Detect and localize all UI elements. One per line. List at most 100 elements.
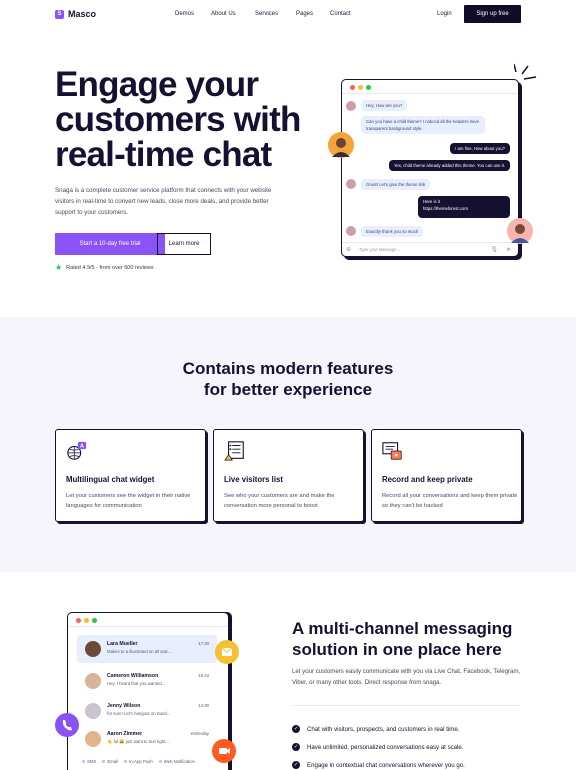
maximize-dot-icon (366, 85, 371, 90)
message-preview: 👋 fal 😀 just want to text right... (107, 739, 169, 744)
feature-card-title: Record and keep private (382, 475, 473, 484)
contact-name: Jenny Wilson (107, 703, 141, 709)
features-title-line: for better experience (203, 380, 373, 399)
maximize-dot-icon (92, 618, 97, 623)
visitors-list-icon (224, 441, 244, 461)
avatar (346, 226, 356, 236)
contact-name: Cameron Williamson (107, 673, 159, 679)
feature-check-item: ✓ Have unlimited, personalized conversat… (292, 743, 464, 751)
minimize-dot-icon (84, 618, 89, 623)
message-time: 14:30 (198, 703, 209, 708)
channel-list: SMS Email In-App Push Web Notification (82, 759, 195, 764)
globe-language-icon: A (67, 441, 87, 460)
message-preview: for sure! Let's hangout on Sund... (107, 711, 171, 716)
close-dot-icon (350, 85, 355, 90)
multichannel-title: A multi-channel messaging solution in on… (292, 619, 513, 659)
attach-icon[interactable]: ⊕ (346, 243, 351, 256)
message-time: Yesterday (190, 731, 209, 736)
contact-name: Aaron Zimmer (107, 731, 143, 737)
avatar (85, 673, 101, 689)
chat-input[interactable]: ⊕ Type your Message... 🎙 ➤ (342, 242, 518, 256)
feature-card-multilingual[interactable]: A Multilingual chat widget Let your cust… (55, 429, 206, 522)
minimize-dot-icon (358, 85, 363, 90)
hero-description: Snaga is a complete customer service pla… (55, 187, 272, 216)
rating-text: Rated 4.9/5 - from over 600 reviews (66, 265, 154, 271)
avatar (346, 179, 356, 189)
login-link[interactable]: Login (437, 11, 452, 17)
chat-message: Great! Let's give the theme link (361, 179, 431, 190)
close-dot-icon (76, 618, 81, 623)
avatar (85, 703, 101, 719)
svg-text:A: A (80, 444, 84, 450)
chat-link[interactable]: https://themeforest.com (423, 205, 505, 212)
conversation-row[interactable]: Lara Mueller Makes to a illustrated on a… (77, 635, 217, 663)
nav-demos[interactable]: Demos (175, 11, 194, 17)
check-icon: ✓ (292, 743, 300, 751)
conversation-row[interactable]: Jenny Wilson for sure! Let's hangout on … (77, 697, 217, 725)
message-time: 16:43 (198, 673, 209, 678)
star-icon: ★ (55, 263, 63, 272)
divider (292, 705, 520, 706)
chat-message: I am fine, How about you? (450, 143, 510, 154)
phone-badge-icon (55, 713, 79, 737)
chat-message-link-bubble: Here is it https://themeforest.com (418, 196, 510, 218)
inbox-window: Lara Mueller Makes to a illustrated on a… (67, 612, 229, 770)
feature-check-item: ✓ Chat with visitors, prospects, and cus… (292, 725, 459, 733)
chat-message: Exactly! thank you so much (361, 226, 424, 237)
multichannel-description: Let your customers easily communicate wi… (292, 668, 521, 686)
chat-message: Yes, child theme already added this them… (388, 160, 510, 171)
video-badge-icon (212, 739, 236, 763)
logo-text: Masco (68, 9, 97, 19)
feature-card-title: Multilingual chat widget (66, 475, 155, 484)
feature-card-live-visitors[interactable]: Live visitors list See who your customer… (213, 429, 364, 522)
nav-pages[interactable]: Pages (296, 11, 313, 17)
hero-title: Engage your customers with real-time cha… (55, 65, 301, 174)
features-title-line: Contains modern features (182, 359, 394, 378)
message-time: 17:30 (198, 641, 209, 646)
user-avatar-right (507, 218, 533, 244)
check-text: Engage in contextual chat conversations … (307, 761, 465, 769)
avatar (346, 101, 356, 111)
channel-item: SMS (82, 759, 96, 764)
send-icon[interactable]: ➤ (506, 243, 511, 256)
window-titlebar (342, 80, 518, 94)
window-titlebar (68, 613, 228, 627)
channel-item: In-App Push (124, 759, 153, 764)
private-record-icon (382, 442, 402, 460)
channel-item: Web Notification (158, 759, 195, 764)
logo[interactable]: S Masco (55, 9, 96, 19)
feature-card-text: Record all your conversations and keep t… (382, 493, 518, 509)
features-title: Contains modern features for better expe… (0, 358, 576, 400)
rating: ★ Rated 4.9/5 - from over 600 reviews (55, 264, 154, 272)
email-badge-icon (215, 640, 239, 664)
chat-input-placeholder: Type your Message... (359, 247, 401, 252)
free-trial-button[interactable]: Start a 10-day free trial (55, 233, 165, 255)
microphone-icon[interactable]: 🎙 (490, 243, 498, 256)
message-preview: Makes to a illustrated on all and... (107, 649, 172, 654)
contact-name: Lara Mueller (107, 641, 138, 647)
chat-message: Can you have a child theme? I noticed al… (361, 116, 485, 134)
user-avatar-left (328, 132, 354, 158)
avatar (85, 641, 101, 657)
feature-check-item: ✓ Engage in contextual chat conversation… (292, 761, 465, 769)
conversation-row[interactable]: Cameron Williamson Hey, I heard that you… (77, 667, 217, 695)
logo-mark-icon: S (55, 9, 64, 19)
chat-message: Hey, How are you? (361, 100, 408, 111)
signup-button[interactable]: Sign up free (464, 5, 521, 23)
top-nav: S Masco Demos About Us Services Pages Co… (0, 0, 576, 30)
feature-card-text: See who your customers are and make the … (224, 493, 335, 509)
chat-window: Hey, How are you? Can you have a child t… (341, 79, 519, 257)
conversation-row[interactable]: Aaron Zimmer 👋 fal 😀 just want to text r… (77, 725, 217, 753)
nav-contact[interactable]: Contact (330, 11, 351, 17)
feature-card-record-private[interactable]: Record and keep private Record all your … (371, 429, 522, 522)
chat-message: Here is it (423, 199, 440, 204)
learn-more-button[interactable]: Learn more (157, 233, 211, 255)
channel-item: Email (102, 759, 118, 764)
check-text: Have unlimited, personalized conversatio… (307, 743, 464, 751)
nav-about-us[interactable]: About Us (211, 11, 236, 17)
avatar (85, 731, 101, 747)
check-icon: ✓ (292, 725, 300, 733)
check-icon: ✓ (292, 761, 300, 769)
nav-services[interactable]: Services (255, 11, 278, 17)
feature-card-text: Let your customers see the widget in the… (66, 493, 191, 509)
